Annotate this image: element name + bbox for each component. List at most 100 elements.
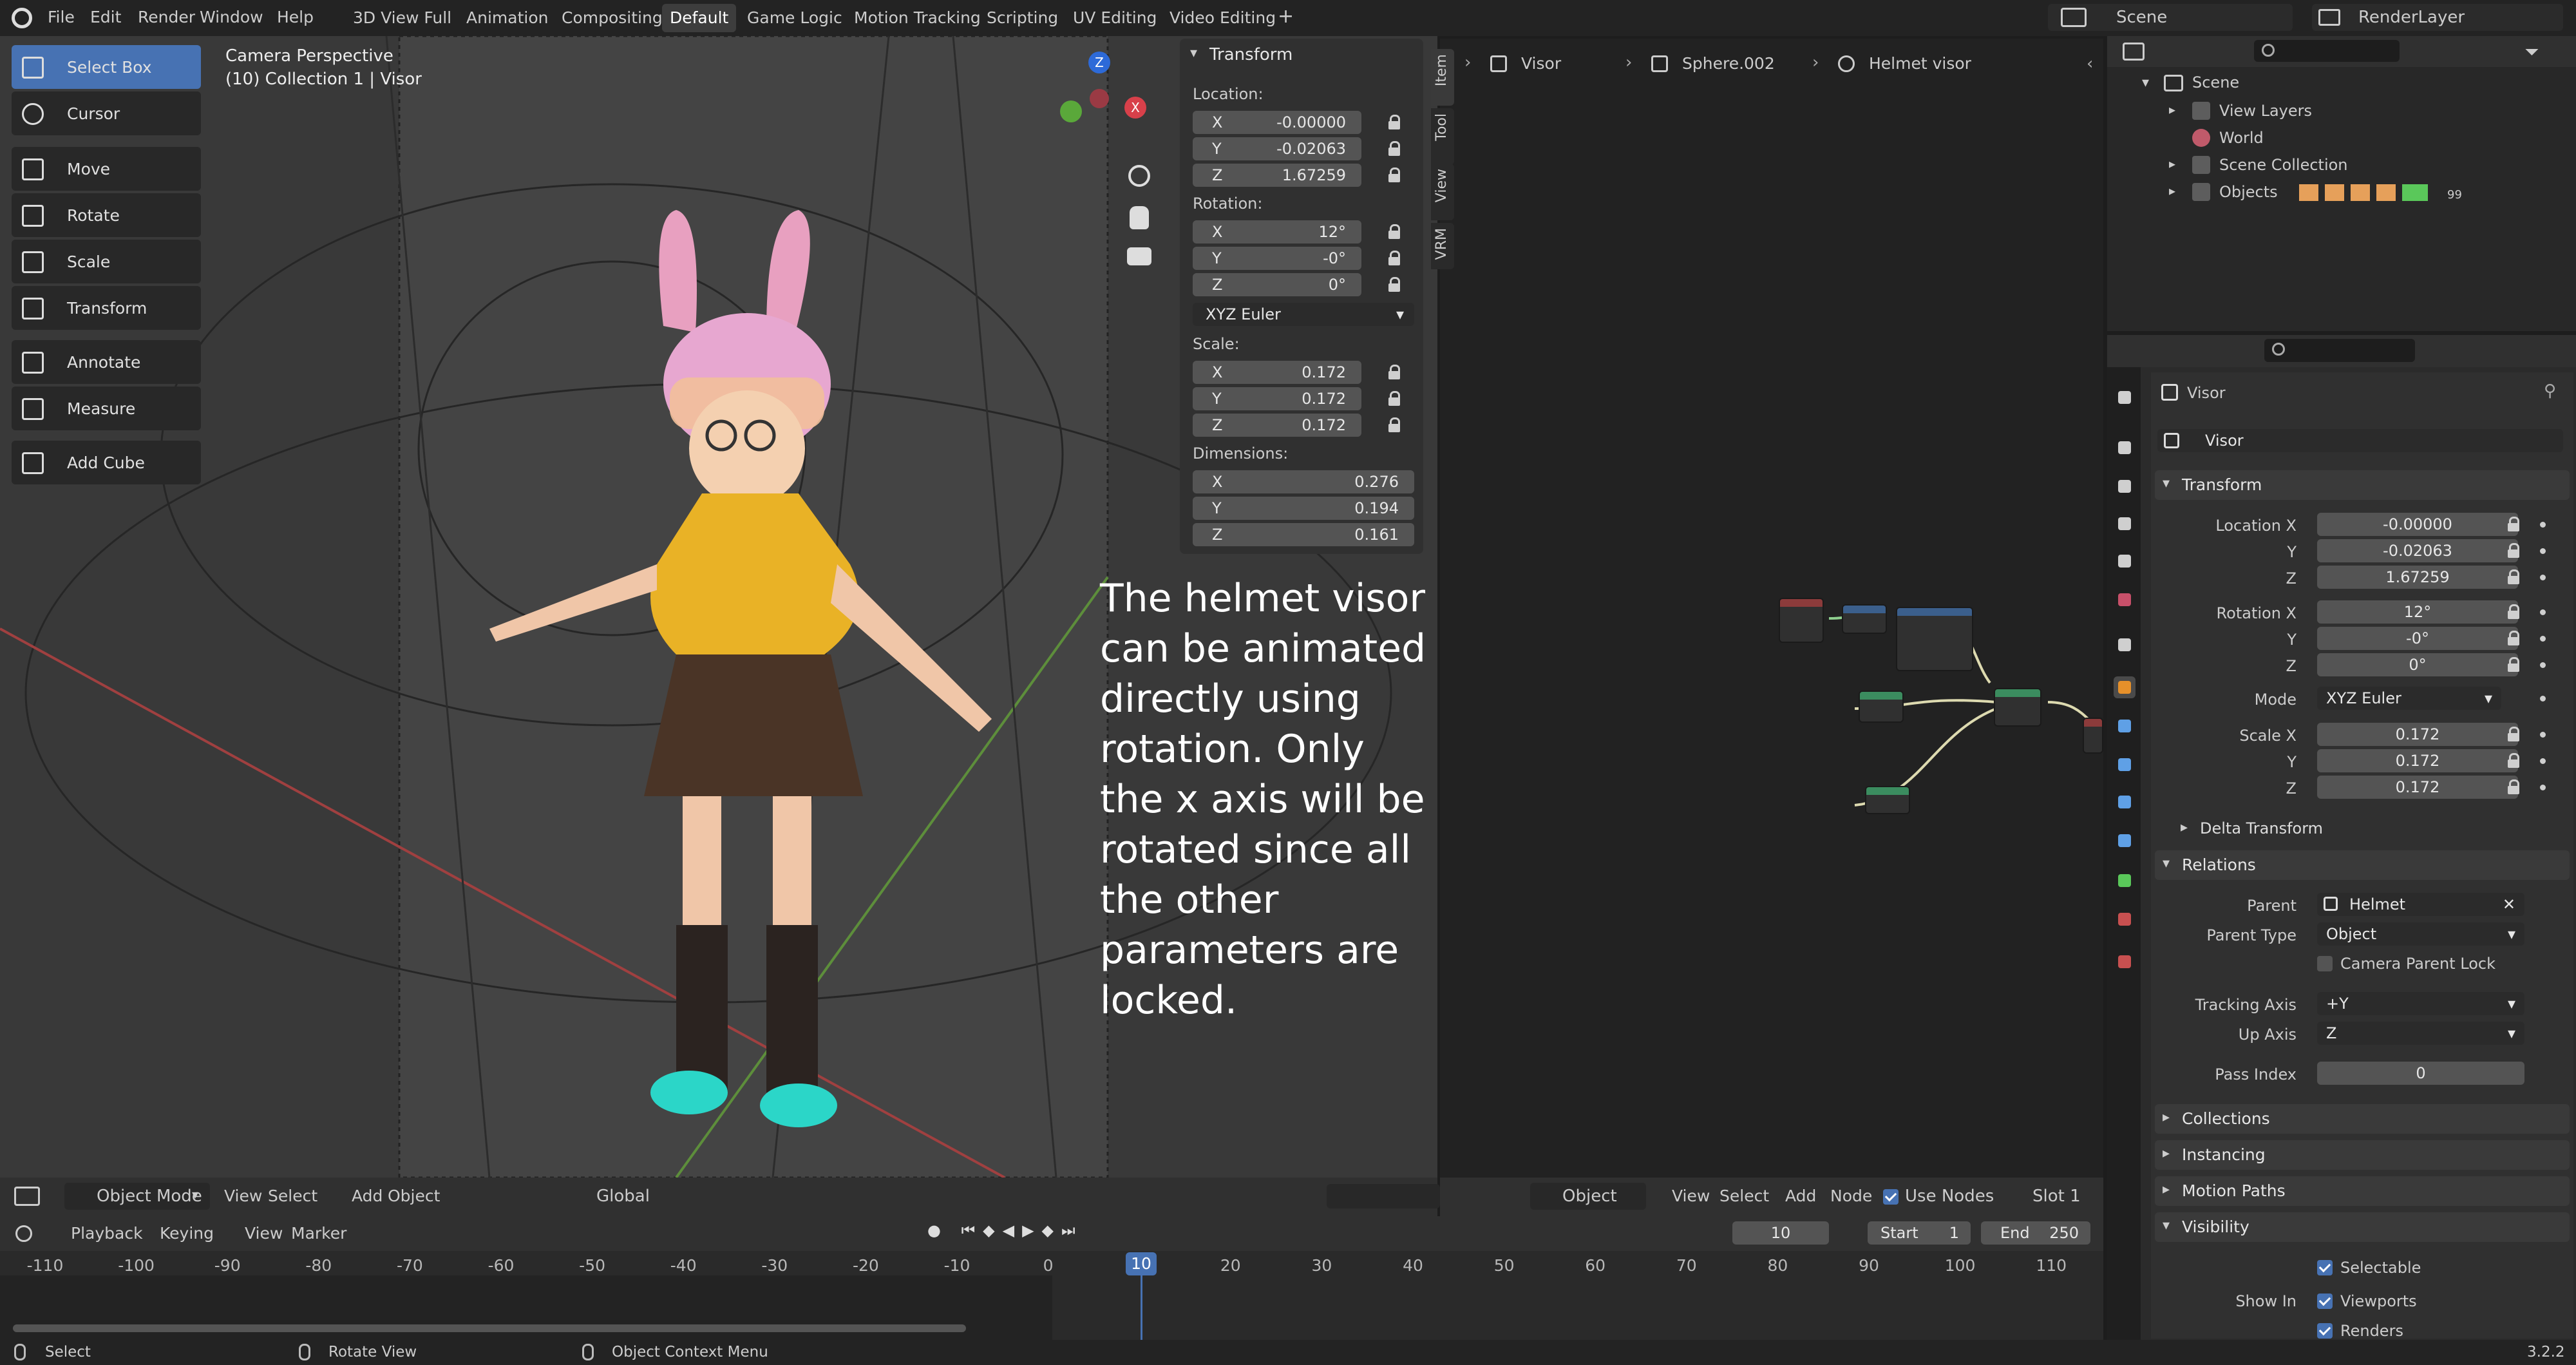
- node-menu-node[interactable]: Node: [1830, 1187, 1872, 1205]
- panel-motion_paths[interactable]: ▸ Motion Paths: [2155, 1176, 2570, 1206]
- tool-icon[interactable]: [2114, 387, 2136, 408]
- outliner-scene[interactable]: Scene: [2192, 73, 2239, 91]
- node-mapping[interactable]: [1842, 604, 1887, 634]
- panel-instancing[interactable]: ▸ Instancing: [2155, 1140, 2570, 1170]
- outliner-search-input[interactable]: [2254, 40, 2400, 62]
- blender-logo-icon[interactable]: [12, 8, 32, 28]
- pin-icon[interactable]: ⚲: [2544, 381, 2556, 401]
- npanel-loc-z[interactable]: Z 1.67259: [1193, 164, 1361, 187]
- collection-icon[interactable]: [2114, 634, 2136, 656]
- object-mode-dropdown[interactable]: Object Mode ▾: [64, 1183, 210, 1210]
- field-props-loc-2[interactable]: 1.67259: [2317, 566, 2518, 589]
- filter-icon[interactable]: ⏷: [2524, 41, 2539, 63]
- sidebar-tab-item[interactable]: Item: [1431, 49, 1454, 106]
- add-workspace-button[interactable]: +: [1278, 5, 1294, 28]
- render-icon[interactable]: [2114, 437, 2136, 459]
- particles-icon[interactable]: [2114, 754, 2136, 776]
- outliner-objects[interactable]: Objects: [2219, 183, 2278, 201]
- end-frame-field[interactable]: End 250: [1981, 1221, 2090, 1245]
- breadcrumb-1[interactable]: Sphere.002: [1682, 54, 1775, 73]
- tab-compositing[interactable]: Compositing: [554, 4, 670, 32]
- rotation-mode-dropdown[interactable]: XYZ Euler ▾: [2317, 687, 2501, 710]
- parent-field[interactable]: Helmet ✕: [2317, 893, 2524, 916]
- timeline-menu-keying[interactable]: Keying: [160, 1224, 214, 1243]
- playback-controls[interactable]: ● ⏮◆◀▶◆⏭: [927, 1221, 1146, 1245]
- tool-move[interactable]: Move: [12, 147, 201, 191]
- menu-edit[interactable]: Edit: [90, 8, 121, 26]
- npanel-rot-y[interactable]: Y -0°: [1193, 247, 1361, 270]
- lock-icon[interactable]: [1388, 417, 1400, 433]
- properties-search-input[interactable]: [2264, 339, 2415, 362]
- timeline-menu-view[interactable]: View: [245, 1224, 283, 1243]
- editor-type-icon[interactable]: [14, 1187, 40, 1206]
- viewport-menu-view[interactable]: View: [224, 1187, 262, 1205]
- character-model[interactable]: [464, 165, 1108, 1178]
- viewport-menu-add[interactable]: Add: [352, 1187, 383, 1205]
- node-color[interactable]: [1859, 691, 1904, 723]
- keyframe-dot[interactable]: [2540, 548, 2546, 554]
- texture-icon[interactable]: [2114, 951, 2136, 973]
- expand-arrow-icon[interactable]: ▸: [2169, 156, 2175, 171]
- renders-checkbox[interactable]: [2317, 1323, 2333, 1339]
- view-layer-icon[interactable]: [2114, 513, 2136, 535]
- expand-arrow-icon[interactable]: ▸: [2169, 102, 2175, 117]
- sidebar-tab-view[interactable]: View: [1431, 164, 1454, 220]
- lock-icon[interactable]: [1388, 391, 1400, 406]
- lock-icon[interactable]: [1388, 167, 1400, 183]
- field-props-loc-1[interactable]: -0.02063: [2317, 539, 2518, 562]
- tool-annotate[interactable]: Annotate: [12, 340, 201, 384]
- tab-scripting[interactable]: Scripting: [979, 4, 1066, 32]
- npanel-dim-z[interactable]: Z 0.161: [1193, 523, 1414, 546]
- lock-icon[interactable]: [1388, 251, 1400, 266]
- keyframe-dot[interactable]: [2540, 758, 2546, 764]
- keyframe-dot[interactable]: [2540, 575, 2546, 580]
- panel-collections[interactable]: ▸ Collections: [2155, 1104, 2570, 1134]
- node-shader[interactable]: [1994, 688, 2041, 727]
- close-icon[interactable]: ✕: [2503, 893, 2515, 916]
- gizmo-x-icon[interactable]: X: [1124, 97, 1146, 119]
- camera-parent-lock-checkbox[interactable]: [2317, 956, 2333, 971]
- node-object-dropdown[interactable]: Object: [1530, 1183, 1646, 1210]
- field-props-rot-1[interactable]: -0°: [2317, 627, 2518, 650]
- npanel-rot-z[interactable]: Z 0°: [1193, 273, 1361, 296]
- field-props-rot-0[interactable]: 12°: [2317, 600, 2518, 624]
- tab-motion-tracking[interactable]: Motion Tracking: [846, 4, 989, 32]
- field-props-rot-2[interactable]: 0°: [2317, 653, 2518, 676]
- lock-icon[interactable]: [2508, 543, 2519, 558]
- menu-render[interactable]: Render: [138, 8, 195, 26]
- lock-icon[interactable]: [2508, 569, 2519, 585]
- tool-transform[interactable]: Transform: [12, 286, 201, 330]
- timeline-menu-playback[interactable]: Playback: [71, 1224, 143, 1243]
- object-icon[interactable]: [2114, 676, 2136, 698]
- scene-icon[interactable]: [2114, 550, 2136, 572]
- parent-type-dropdown[interactable]: Object ▾: [2317, 922, 2524, 946]
- node-collapse-icon[interactable]: ‹: [2087, 54, 2093, 73]
- lock-icon[interactable]: [1388, 115, 1400, 130]
- panel-transform[interactable]: ▾ Transform: [2155, 470, 2570, 500]
- lock-icon[interactable]: [2508, 753, 2519, 768]
- field-props-scale-2[interactable]: 0.172: [2317, 776, 2518, 799]
- playhead[interactable]: 10: [1126, 1252, 1157, 1275]
- timeline-scrollbar[interactable]: [13, 1324, 966, 1332]
- physics-icon[interactable]: [2114, 791, 2136, 813]
- use-nodes-checkbox[interactable]: [1883, 1189, 1899, 1205]
- timeline-menu-marker[interactable]: Marker: [291, 1224, 346, 1243]
- panel-visibility[interactable]: ▾ Visibility: [2155, 1212, 2570, 1242]
- node-menu-select[interactable]: Select: [1719, 1187, 1769, 1205]
- breadcrumb-2[interactable]: Helmet visor: [1869, 54, 1971, 73]
- npanel-dim-y[interactable]: Y 0.194: [1193, 497, 1414, 520]
- npanel-loc-x[interactable]: X -0.00000: [1193, 111, 1361, 134]
- keyframe-dot[interactable]: [2540, 522, 2546, 528]
- expand-arrow-icon[interactable]: ▾: [2142, 75, 2149, 91]
- tab-game-logic[interactable]: Game Logic: [739, 4, 850, 32]
- keyframe-dot[interactable]: [2540, 636, 2546, 642]
- timeline-editor-icon[interactable]: [15, 1225, 32, 1242]
- lock-icon[interactable]: [2508, 727, 2519, 742]
- tab-3d-view-full[interactable]: 3D View Full: [345, 4, 459, 32]
- material-icon[interactable]: [2114, 908, 2136, 930]
- lock-icon[interactable]: [1388, 224, 1400, 240]
- pass-index-field[interactable]: 0: [2317, 1062, 2524, 1085]
- scene-selector[interactable]: Scene: [2048, 4, 2293, 31]
- navigation-gizmo[interactable]: Z X: [1050, 52, 1153, 155]
- sidebar-tab-vrm[interactable]: VRM: [1431, 223, 1454, 269]
